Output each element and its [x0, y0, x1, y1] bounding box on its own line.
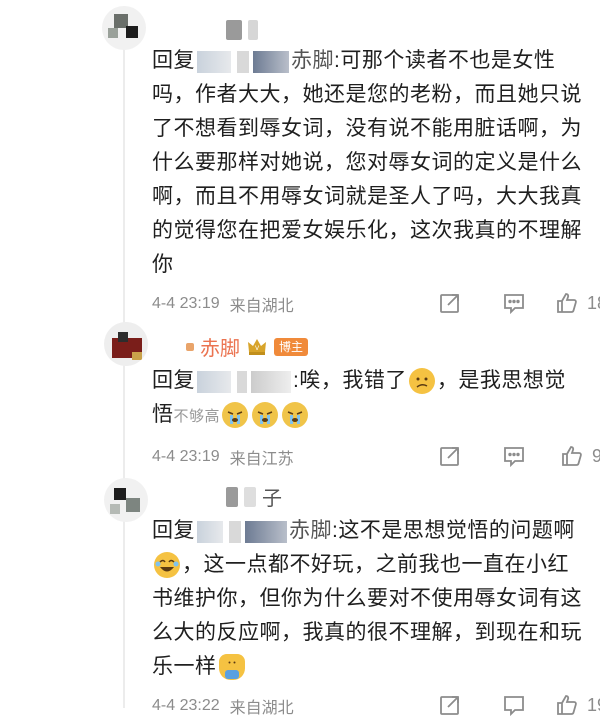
crying-emoji-icon: [252, 402, 279, 429]
comment-icon: [504, 447, 524, 468]
commenter-name[interactable]: 子: [226, 482, 282, 511]
comment-button[interactable]: [482, 288, 546, 318]
timestamp: 4-4 23:22: [152, 697, 220, 714]
comment-meta: 4-4 23:19 来自湖北: [152, 292, 294, 316]
author-name[interactable]: 赤脚: [200, 332, 240, 361]
repost-icon: [440, 696, 459, 715]
laughing-crying-emoji-icon: [154, 552, 180, 579]
repost-button[interactable]: [418, 288, 482, 318]
like-icon: [557, 293, 577, 313]
avatar[interactable]: [104, 478, 148, 522]
reply-target[interactable]: 赤脚: [291, 49, 334, 72]
location: 来自湖北: [229, 700, 294, 717]
reply-prefix: 回复: [152, 49, 195, 72]
comment-icon: [504, 294, 524, 315]
reply-prefix: 回复: [152, 369, 195, 392]
comment-meta: 4-4 23:19 来自江苏: [152, 445, 294, 469]
like-count: 9: [591, 445, 600, 466]
blogger-badge: 博主: [274, 337, 309, 356]
location: 来自湖北: [229, 298, 294, 315]
thread-line: [123, 28, 125, 708]
comment-icon: [504, 696, 524, 717]
like-icon: [557, 695, 577, 715]
comment-meta: 4-4 23:22 来自湖北: [152, 694, 294, 718]
masked-username: [197, 50, 289, 74]
comment-actions: 19: [418, 690, 600, 720]
repost-icon: [440, 447, 459, 466]
timestamp: 4-4 23:19: [152, 448, 220, 465]
like-button[interactable]: 19: [546, 690, 600, 720]
repost-button[interactable]: [418, 441, 482, 471]
crown-badge-icon: V: [248, 338, 266, 355]
like-button[interactable]: 9: [546, 441, 600, 471]
comment-button[interactable]: [482, 690, 546, 720]
confused-emoji-icon: [408, 368, 435, 395]
pray-emoji-icon: [218, 654, 245, 681]
comment-actions: 18: [418, 288, 600, 318]
avatar[interactable]: [104, 322, 148, 366]
comment-body: 回复 赤脚:这不是思想觉悟的问题啊 ，这一点都不好玩，之前我也一直在小红书维护你，但…: [152, 514, 582, 684]
repost-icon: [440, 294, 459, 313]
location: 来自江苏: [229, 451, 294, 468]
avatar[interactable]: [102, 6, 146, 50]
timestamp: 4-4 23:19: [152, 295, 220, 312]
comment-body: 回复:唉，我错了 ，是我思想觉悟不够高: [152, 364, 582, 434]
reply-prefix: 回复: [152, 519, 195, 542]
like-count: 19: [586, 694, 600, 715]
comment-text-3: 不够高: [173, 408, 221, 425]
comment-text-1: :这不是思想觉悟的问题啊: [332, 519, 575, 542]
masked-username: [197, 520, 287, 544]
reply-target[interactable]: 赤脚: [289, 519, 332, 542]
comment-button[interactable]: [482, 441, 546, 471]
like-count: 18: [586, 292, 600, 313]
crying-emoji-icon: [282, 402, 309, 429]
author-row: 赤脚 V 博主: [186, 332, 309, 361]
like-button[interactable]: 18: [546, 288, 600, 318]
comment-text: :可那个读者不也是女性吗，作者大大，她还是您的老粉，而且她只说了不想看到辱女词，…: [152, 49, 582, 276]
crying-emoji-icon: [222, 402, 249, 429]
comment-text-2: ，这一点都不好玩，之前我也一直在小红书维护你，但你为什么要对不使用辱女词有这么大…: [152, 553, 582, 678]
like-icon: [562, 446, 582, 466]
masked-username: [197, 370, 291, 394]
comment-text-1: :唉，我错了: [293, 369, 407, 392]
comment-actions: 9: [418, 441, 600, 471]
commenter-name-tail: 子: [262, 488, 282, 510]
commenter-name[interactable]: [226, 20, 258, 40]
repost-button[interactable]: [418, 690, 482, 720]
comment-body: 回复 赤脚:可那个读者不也是女性吗，作者大大，她还是您的老粉，而且她只说了不想看到…: [152, 44, 582, 282]
